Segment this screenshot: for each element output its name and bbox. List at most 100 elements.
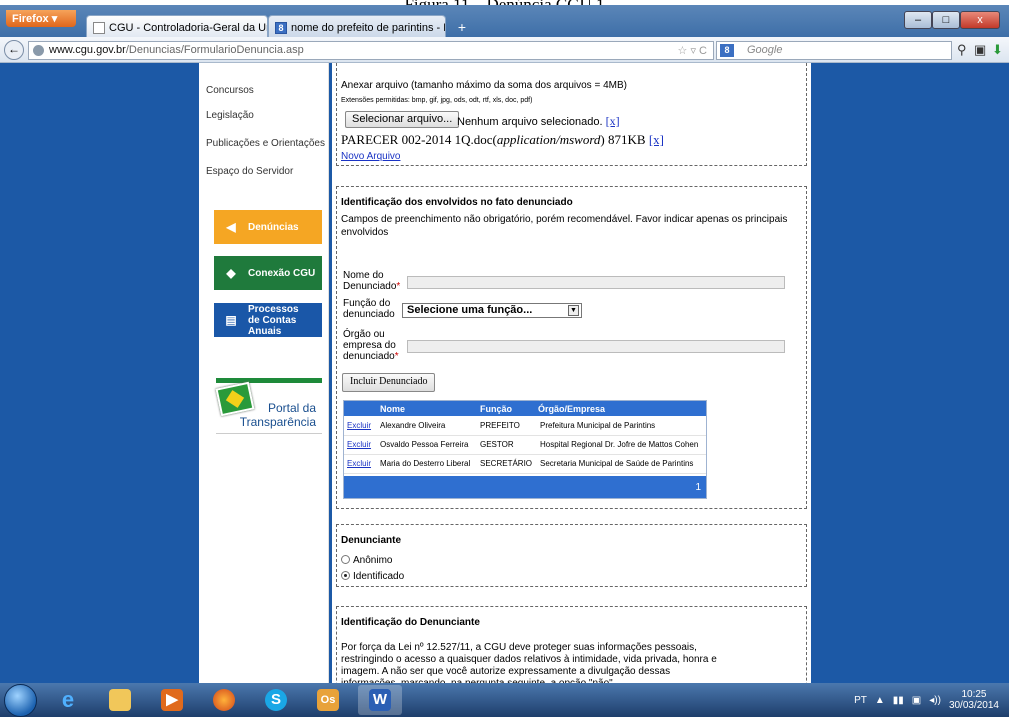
radio-anonimo[interactable]: Anônimo [341,555,392,566]
outlook-taskbar-icon[interactable]: Os [306,685,350,715]
clock-time: 10:25 [961,689,987,700]
select-file-button[interactable]: Selecionar arquivo... [345,111,460,128]
complainant-section: Denunciante Anônimo Identificado [336,524,807,587]
delete-link[interactable]: Excluir [347,440,371,449]
radio-circle[interactable] [341,555,350,564]
network-icon[interactable]: ▣ [912,695,921,706]
start-button[interactable] [4,684,37,717]
processos-contas-button[interactable]: ▤ Processos de Contas Anuais [214,303,322,337]
role-label-line2: denunciado [343,309,395,320]
table-row: Excluir Alexandre Oliveira PREFEITO Pref… [344,418,706,436]
header-funcao: Função [480,404,513,414]
page-icon [93,21,105,34]
bookmark-star-icon[interactable]: ☆ ▿ C [678,44,707,57]
header-nome: Nome [380,404,406,414]
radio-identificado[interactable]: Identificado [341,571,404,582]
new-tab-button[interactable]: + [452,19,472,37]
radio-label: Identificado [353,571,405,582]
language-indicator[interactable]: PT [854,695,867,706]
attach-label: Anexar arquivo (tamanho máximo da soma d… [341,80,627,91]
cell-nome: Maria do Desterro Liberal [380,459,471,468]
involved-description: Campos de preenchimento não obrigatório,… [341,214,788,238]
sidebar-item-legislacao[interactable]: Legislação [206,110,254,121]
navigation-toolbar: ← www.cgu.gov.br/Denuncias/FormularioDen… [0,37,1009,63]
minimize-button[interactable]: – [904,11,932,29]
include-denunciado-button[interactable]: Incluir Denunciado [342,373,436,392]
system-tray: PT ▲ ▮▮ ▣ ◂)) 10:25 30/03/2014 [854,689,999,711]
bookmarks-icon[interactable]: ▣ [974,42,986,58]
sidebar-item-concursos[interactable]: Concursos [206,85,254,96]
org-label-line2: empresa do [343,340,396,351]
page-background: Concursos Legislação Publicações e Orien… [0,63,1009,696]
document-icon: ▤ [225,312,237,327]
firefox-taskbar-icon[interactable] [202,685,246,715]
no-file-text: Nenhum arquivo selecionado. [x] [457,114,620,129]
address-bar[interactable]: www.cgu.gov.br/Denuncias/FormularioDenun… [28,41,714,60]
volume-icon[interactable]: ◂)) [929,695,941,706]
involved-table: Nome Função Órgão/Empresa Excluir Alexan… [343,400,707,499]
skype-taskbar-icon[interactable]: S [254,685,298,715]
sidebar-item-publicacoes[interactable]: Publicações e Orientações [206,138,325,149]
name-input[interactable] [407,276,785,289]
cell-orgao: Prefeitura Municipal de Parintins [540,421,656,430]
taskbar: e ▶ S Os W PT ▲ ▮▮ ▣ ◂)) 10:25 30/03/201… [0,683,1009,717]
file-type: application/msword [496,132,601,147]
firefox-menu-button[interactable]: Firefox ▾ [6,10,76,27]
tray-arrow-icon[interactable]: ▲ [875,695,885,706]
name-label: Nome do Denunciado* [343,270,400,292]
file-size: ) 871KB [600,132,646,147]
url-host: www.cgu.gov.br [49,44,126,56]
portal-transparencia-link[interactable]: Portal da Transparência [215,378,322,434]
site-identity-icon[interactable] [33,45,44,56]
radio-circle-checked[interactable] [341,571,350,580]
google-engine-icon[interactable]: 8 [720,44,734,57]
firefox-menu-label: Firefox [12,13,49,25]
denuncias-label: Denúncias [248,221,299,233]
page-number[interactable]: 1 [695,482,701,493]
denuncias-button[interactable]: ◀ Denúncias [214,210,322,244]
chevron-down-icon[interactable]: ▼ [568,305,579,316]
remove-file-link[interactable]: [x] [606,114,620,128]
org-label-line1: Órgão ou [343,329,385,340]
sidebar-item-espaco-servidor[interactable]: Espaço do Servidor [206,166,293,177]
search-placeholder: Google [747,44,783,56]
tab-google-search[interactable]: 8 nome do prefeito de parintins - Pesq..… [268,15,446,39]
identification-line2: restringindo o acesso a quaisquer dados … [341,654,717,665]
explorer-taskbar-icon[interactable] [98,685,142,715]
new-file-link[interactable]: Novo Arquivo [341,151,400,162]
table-row: Excluir Osvaldo Pessoa Ferreira GESTOR H… [344,437,706,455]
download-icon[interactable]: ⬇ [992,42,1003,58]
role-label: Função do denunciado [343,298,395,320]
conexao-cgu-button[interactable]: ◆ Conexão CGU [214,256,322,290]
no-file-label: Nenhum arquivo selecionado. [457,116,603,128]
close-window-button[interactable]: x [960,11,1000,29]
word-taskbar-icon[interactable]: W [358,685,402,715]
portal-line1: Portal da [267,401,316,415]
clock[interactable]: 10:25 30/03/2014 [949,689,999,711]
back-button[interactable]: ← [4,40,24,60]
allowed-extensions: Extensões permitidas: bmp, gif, jpg, ods… [341,97,533,104]
role-select-value: Selecione uma função... [407,304,533,316]
tab-cgu[interactable]: CGU - Controladoria-Geral da União × [86,15,268,39]
attachments-section: Anexar arquivo (tamanho máximo da soma d… [336,63,807,166]
cell-funcao: GESTOR [480,440,514,449]
name-label-line1: Nome do [343,270,384,281]
google-icon: 8 [275,21,287,34]
involved-title: Identificação dos envolvidos no fato den… [341,197,573,208]
cell-funcao: SECRETÁRIO [480,459,533,468]
cell-nome: Alexandre Oliveira [380,421,446,430]
remove-attached-link[interactable]: [x] [649,132,664,147]
delete-link[interactable]: Excluir [347,459,371,468]
search-icon[interactable]: ⚲ [957,42,967,58]
delete-link[interactable]: Excluir [347,421,371,430]
attached-file: PARECER 002-2014 1Q.doc(application/mswo… [341,132,664,148]
org-input[interactable] [407,340,785,353]
ie-taskbar-icon[interactable]: e [46,685,90,715]
maximize-button[interactable]: □ [932,11,960,29]
signal-icon[interactable]: ▮▮ [893,695,904,706]
media-player-taskbar-icon[interactable]: ▶ [150,685,194,715]
form-area: Anexar arquivo (tamanho máximo da soma d… [332,63,811,696]
search-box[interactable]: 8 Google [716,41,952,60]
url-path: /Denuncias/FormularioDenuncia.asp [125,44,304,56]
role-select[interactable]: Selecione uma função... ▼ [402,303,582,318]
